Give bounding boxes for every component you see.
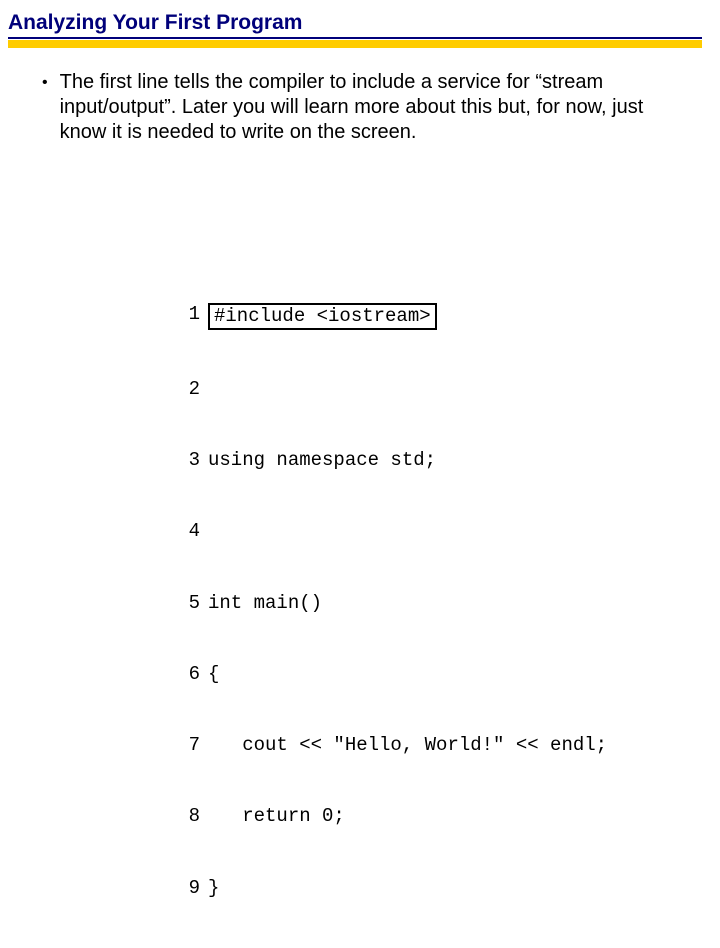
line-number: 6: [180, 663, 200, 687]
code-line: 6 {: [180, 663, 607, 687]
line-number: 4: [180, 520, 200, 544]
line-number: 8: [180, 805, 200, 829]
code-line: 4: [180, 520, 607, 544]
code-line: 2: [180, 378, 607, 402]
code-line: 3 using namespace std;: [180, 449, 607, 473]
code-text-boxed: #include <iostream>: [208, 303, 437, 331]
code-text: using namespace std;: [208, 449, 436, 473]
bullet-item: • The first line tells the compiler to i…: [42, 70, 672, 145]
code-text: {: [208, 663, 219, 687]
line-number: 3: [180, 449, 200, 473]
line-number: 2: [180, 378, 200, 402]
code-text: cout << "Hello, World!" << endl;: [208, 734, 607, 758]
code-line: 5 int main(): [180, 592, 607, 616]
code-line: 8 return 0;: [180, 805, 607, 829]
code-text: int main(): [208, 592, 322, 616]
code-block: 1 #include <iostream> 2 3 using namespac…: [180, 255, 607, 948]
line-number: 9: [180, 877, 200, 901]
title-underline: [8, 40, 702, 48]
code-line: 9 }: [180, 877, 607, 901]
code-text: }: [208, 877, 219, 901]
code-text: return 0;: [208, 805, 345, 829]
line-number: 1: [180, 303, 200, 331]
slide-title: Analyzing Your First Program: [8, 10, 702, 39]
slide: Analyzing Your First Program • The first…: [0, 0, 720, 540]
code-line: 1 #include <iostream>: [180, 303, 607, 331]
bullet-text: The first line tells the compiler to inc…: [60, 70, 672, 145]
line-number: 7: [180, 734, 200, 758]
code-line: 7 cout << "Hello, World!" << endl;: [180, 734, 607, 758]
bullet-dot-icon: •: [42, 70, 48, 145]
line-number: 5: [180, 592, 200, 616]
